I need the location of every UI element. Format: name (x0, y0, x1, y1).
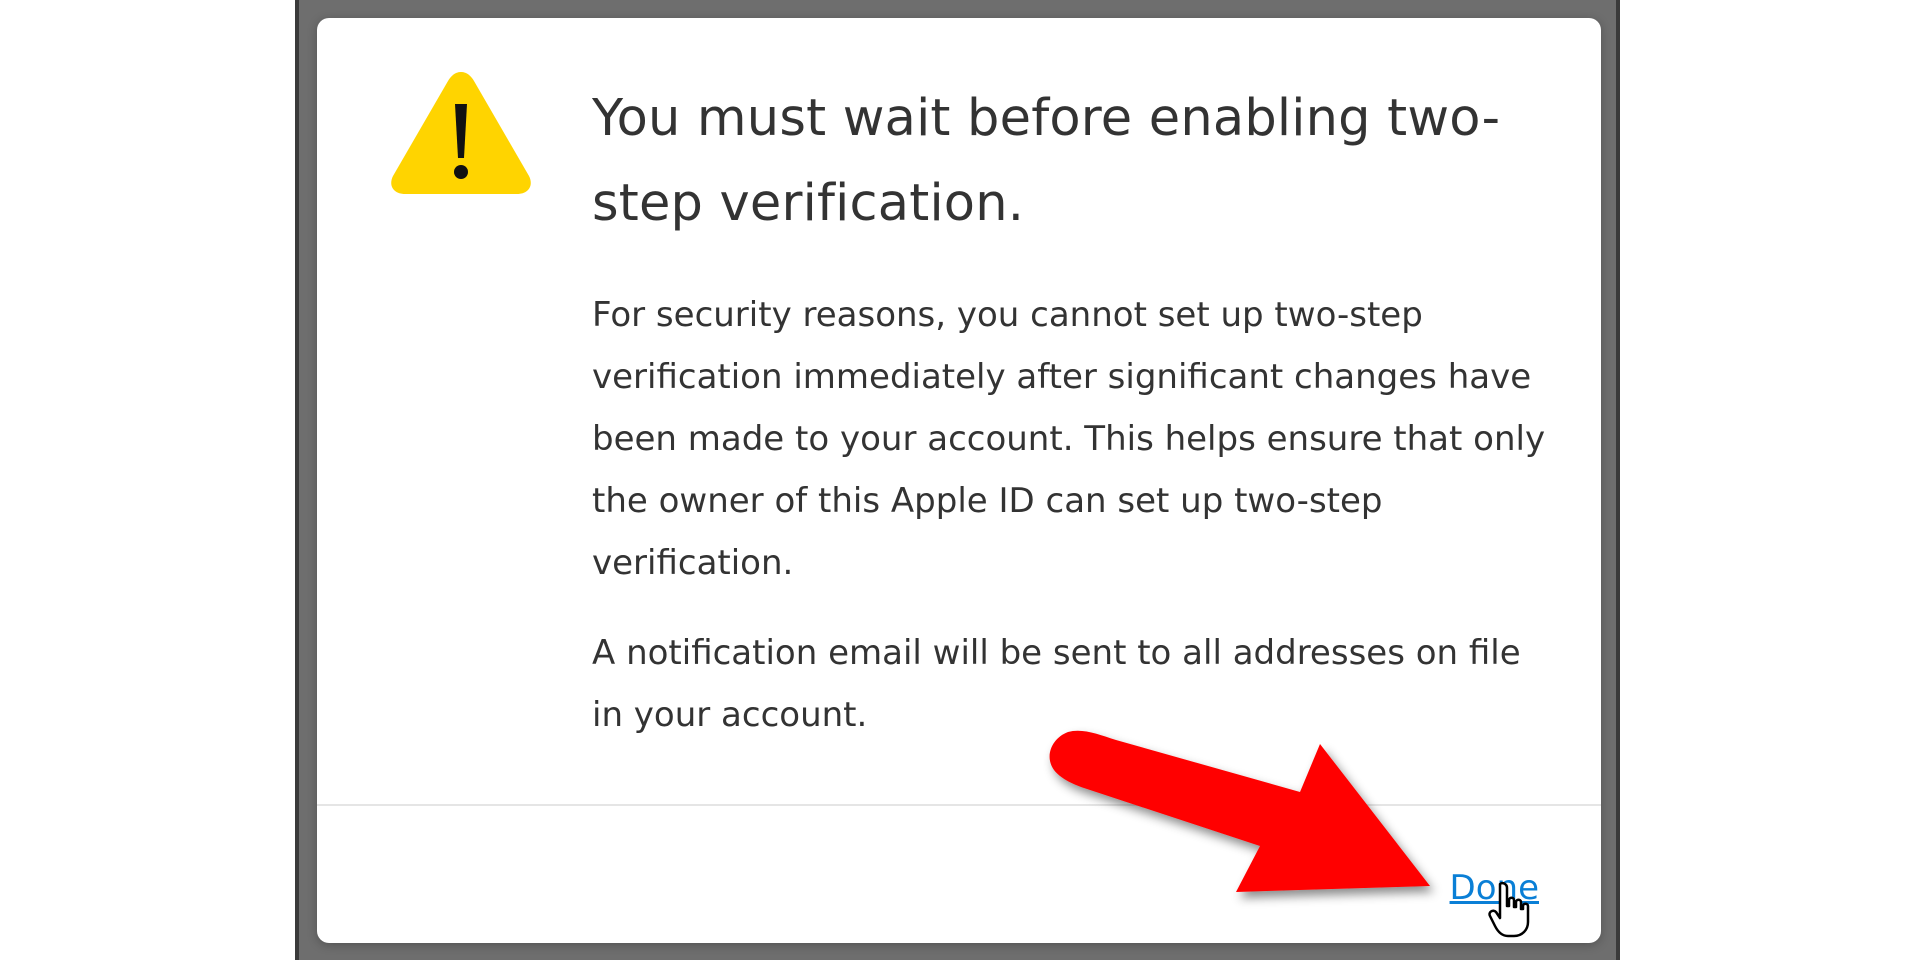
dialog-message: For security reasons, you cannot set up … (592, 295, 1546, 583)
hand-pointer-icon (1488, 881, 1530, 938)
warning-icon (391, 72, 531, 194)
screenshot-stage: You must wait before enabling two-step v… (0, 0, 1920, 960)
backdrop-right-edge (1616, 0, 1620, 960)
backdrop-left-edge (295, 0, 299, 960)
dialog-title: You must wait before enabling two-step v… (592, 89, 1501, 233)
red-arrow-annotation-icon (1049, 730, 1430, 892)
